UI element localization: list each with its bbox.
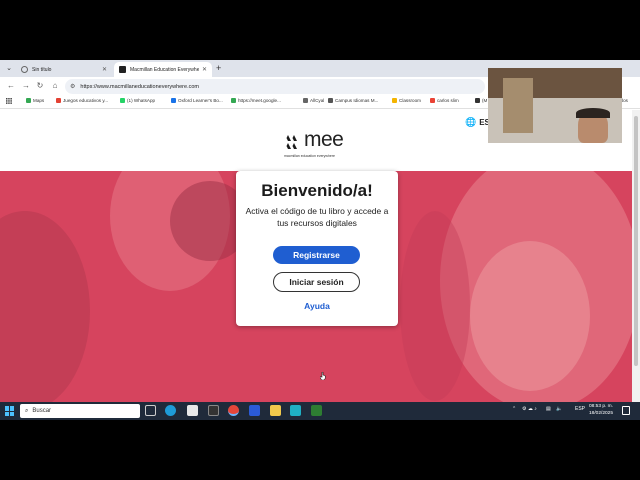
system-clock[interactable]: 08:53 p. m. 18/02/2025 — [586, 403, 616, 417]
word-icon[interactable] — [249, 405, 260, 416]
bookmark-favicon-icon — [26, 98, 31, 103]
hand-cursor-icon — [320, 372, 326, 380]
tab-macmillan[interactable]: Macmillan Education Everywhere ✕ — [114, 62, 212, 77]
file-explorer-icon[interactable] — [270, 405, 281, 416]
bookmark-item[interactable]: https://meet.google... — [231, 98, 281, 103]
forward-arrow-icon[interactable]: → — [20, 80, 32, 92]
language-selector[interactable]: 🌐 ES — [465, 117, 490, 128]
logo-wordmark: mee — [304, 128, 344, 151]
bookmark-favicon-icon — [303, 98, 308, 103]
site-info-icon[interactable]: ⚙ — [70, 83, 75, 90]
webcam-person-hair — [576, 108, 610, 118]
bookmark-item[interactable]: Campus Idiomas M... — [328, 98, 378, 103]
bookmark-item[interactable]: Classroom — [392, 98, 421, 103]
login-button[interactable]: Iniciar sesión — [273, 272, 360, 292]
edge-icon[interactable] — [165, 405, 176, 416]
bookmark-favicon-icon — [56, 98, 61, 103]
webcam-overlay — [488, 68, 622, 143]
bookmark-favicon-icon — [328, 98, 333, 103]
bookmark-item[interactable]: Oxford Learner's Bo... — [171, 98, 223, 103]
bookmark-label: Oxford Learner's Bo... — [178, 98, 223, 103]
help-link[interactable]: Ayuda — [236, 301, 398, 311]
mee-logo-mark-icon — [285, 135, 297, 149]
bookmark-favicon-icon — [392, 98, 397, 103]
bookmark-label: (1) WhatsApp — [127, 98, 156, 103]
bookmark-label: (M — [482, 98, 488, 103]
input-language[interactable]: ESP — [575, 406, 585, 412]
tab-title: Sin título — [32, 66, 52, 73]
close-icon[interactable]: ✕ — [102, 66, 107, 73]
bookmark-label: Juegos educativos y... — [63, 98, 109, 103]
address-bar[interactable]: ⚙ https://www.macmillaneducationeverywhe… — [65, 79, 485, 94]
tray-icons[interactable]: ⚙ ☁ ♪ — [522, 406, 537, 412]
mee-logo[interactable]: mee macmillan education everywhere — [284, 128, 354, 162]
bookmark-favicon-icon — [475, 98, 480, 103]
home-icon[interactable]: ⌂ — [49, 80, 61, 92]
search-icon: ⌕ — [25, 407, 29, 414]
welcome-card: Bienvenido/a! Activa el código de tu lib… — [236, 171, 398, 326]
register-button[interactable]: Registrarse — [273, 246, 360, 264]
bookmark-favicon-icon — [430, 98, 435, 103]
photos-icon[interactable] — [290, 405, 301, 416]
store-icon[interactable] — [187, 405, 198, 416]
windows-start-icon[interactable] — [5, 406, 15, 416]
bookmark-item[interactable]: (M — [475, 98, 487, 103]
clock-time: 08:53 p. m. — [589, 404, 613, 409]
bookmark-label: https://meet.google... — [238, 98, 281, 103]
network-icon[interactable]: ▤ — [546, 406, 551, 412]
apps-grid-icon[interactable] — [6, 98, 12, 104]
screen: ⌄ Sin título ✕ Macmillan Education Every… — [0, 60, 640, 420]
notification-icon[interactable] — [622, 406, 630, 415]
bookmark-item[interactable]: carlos slim — [430, 98, 459, 103]
bookmark-favicon-icon — [231, 98, 236, 103]
volume-icon[interactable]: 🔈 — [556, 406, 562, 412]
bookmark-label: Maps — [33, 98, 45, 103]
bookmark-label: carlos slim — [437, 98, 459, 103]
hero-photo-shape — [400, 211, 470, 401]
hero-photo-shape — [470, 241, 590, 391]
reload-icon[interactable]: ↻ — [34, 80, 46, 92]
bookmark-item[interactable]: Juegos educativos y... — [56, 98, 108, 103]
chrome-icon[interactable] — [228, 405, 239, 416]
page-scrollbar[interactable] — [632, 110, 640, 402]
webcam-background — [503, 78, 533, 133]
windows-taskbar: ⌕ Buscar ⌃ ⚙ ☁ ♪ ▤ 🔈 ESP 08:53 p. m. 18/… — [0, 402, 640, 420]
globe-icon: 🌐 — [465, 117, 477, 127]
globe-icon — [21, 66, 28, 73]
bookmark-favicon-icon — [120, 98, 125, 103]
scrollbar-thumb[interactable] — [634, 116, 638, 366]
tab-search-icon[interactable]: ⌄ — [3, 63, 15, 74]
card-title: Bienvenido/a! — [261, 181, 373, 200]
task-view-icon[interactable] — [145, 405, 156, 416]
new-tab-button[interactable]: + — [216, 63, 221, 74]
taskbar-search[interactable]: ⌕ Buscar — [20, 404, 140, 418]
card-subtitle: Activa el código de tu libro y accede a … — [245, 206, 389, 228]
bookmark-item[interactable]: AllCyal — [303, 98, 324, 103]
tab-title: Macmillan Education Everywhere — [130, 66, 199, 73]
app-icon[interactable] — [311, 405, 322, 416]
tray-chevron-icon[interactable]: ⌃ — [512, 406, 516, 412]
bookmark-label: AllCyal — [310, 98, 325, 103]
tab-untitled[interactable]: Sin título ✕ — [16, 62, 112, 77]
search-placeholder: Buscar — [32, 408, 52, 414]
back-arrow-icon[interactable]: ← — [5, 80, 17, 92]
bookmark-favicon-icon — [171, 98, 176, 103]
bookmark-item[interactable]: (1) WhatsApp — [120, 98, 155, 103]
logo-tagline: macmillan education everywhere — [284, 154, 335, 158]
close-icon[interactable]: ✕ — [202, 66, 207, 73]
bookmark-label: Campus Idiomas M... — [335, 98, 379, 103]
hero-photo-shape — [0, 211, 90, 402]
terminal-icon[interactable] — [208, 405, 219, 416]
bookmark-label: Classroom — [399, 98, 421, 103]
bookmark-item[interactable]: Maps — [26, 98, 44, 103]
url-text: https://www.macmillaneducationeverywhere… — [80, 83, 199, 90]
mee-favicon-icon — [119, 66, 126, 73]
clock-date: 18/02/2025 — [588, 411, 613, 416]
